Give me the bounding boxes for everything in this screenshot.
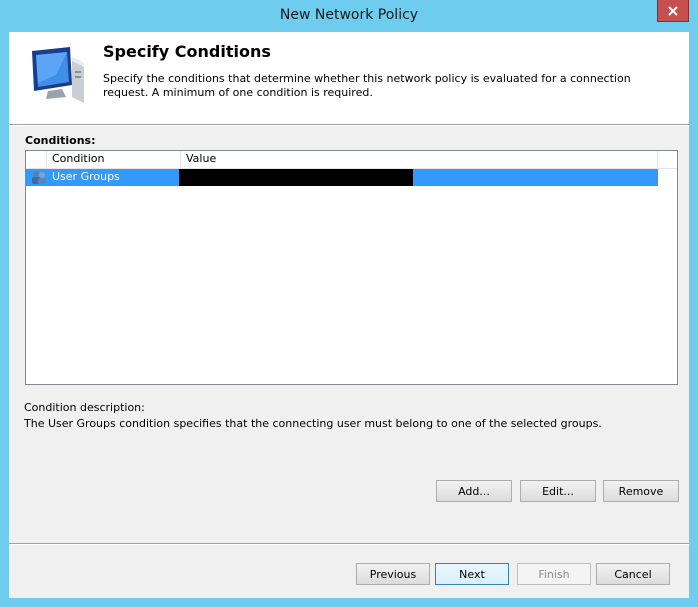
- conditions-list[interactable]: Condition Value User Groups: [25, 150, 678, 385]
- edit-button[interactable]: Edit...: [520, 480, 596, 502]
- cancel-button[interactable]: Cancel: [596, 563, 670, 585]
- monitor-icon: [32, 47, 84, 103]
- column-header-icon[interactable]: [26, 151, 47, 168]
- column-header-value[interactable]: Value: [181, 151, 658, 168]
- conditions-label: Conditions:: [25, 134, 96, 147]
- condition-description-label: Condition description:: [24, 401, 145, 414]
- page-description: Specify the conditions that determine wh…: [103, 72, 631, 99]
- window-title: New Network Policy: [279, 7, 419, 23]
- header-divider: [9, 124, 689, 126]
- previous-button[interactable]: Previous: [356, 563, 430, 585]
- remove-button[interactable]: Remove: [603, 480, 679, 502]
- finish-button: Finish: [517, 563, 591, 585]
- row-condition: User Groups: [52, 170, 120, 183]
- title-bar[interactable]: New Network Policy: [0, 0, 698, 32]
- close-icon: [668, 5, 678, 16]
- add-button[interactable]: Add...: [436, 480, 512, 502]
- footer-divider: [9, 543, 689, 545]
- column-header-condition[interactable]: Condition: [47, 151, 181, 168]
- list-header: Condition Value: [26, 151, 677, 169]
- condition-description-text: The User Groups condition specifies that…: [24, 417, 602, 430]
- network-policy-window: New Network Policy Specify Conditions Sp…: [0, 0, 698, 607]
- page-header: Specify Conditions Specify the condition…: [9, 32, 689, 124]
- row-value-redacted: [179, 169, 413, 186]
- next-button[interactable]: Next: [435, 563, 509, 585]
- close-button[interactable]: [657, 0, 689, 22]
- table-row[interactable]: User Groups: [26, 169, 658, 186]
- user-group-icon: [32, 171, 46, 184]
- dialog-client-area: Specify Conditions Specify the condition…: [9, 32, 689, 598]
- page-title: Specify Conditions: [103, 42, 271, 61]
